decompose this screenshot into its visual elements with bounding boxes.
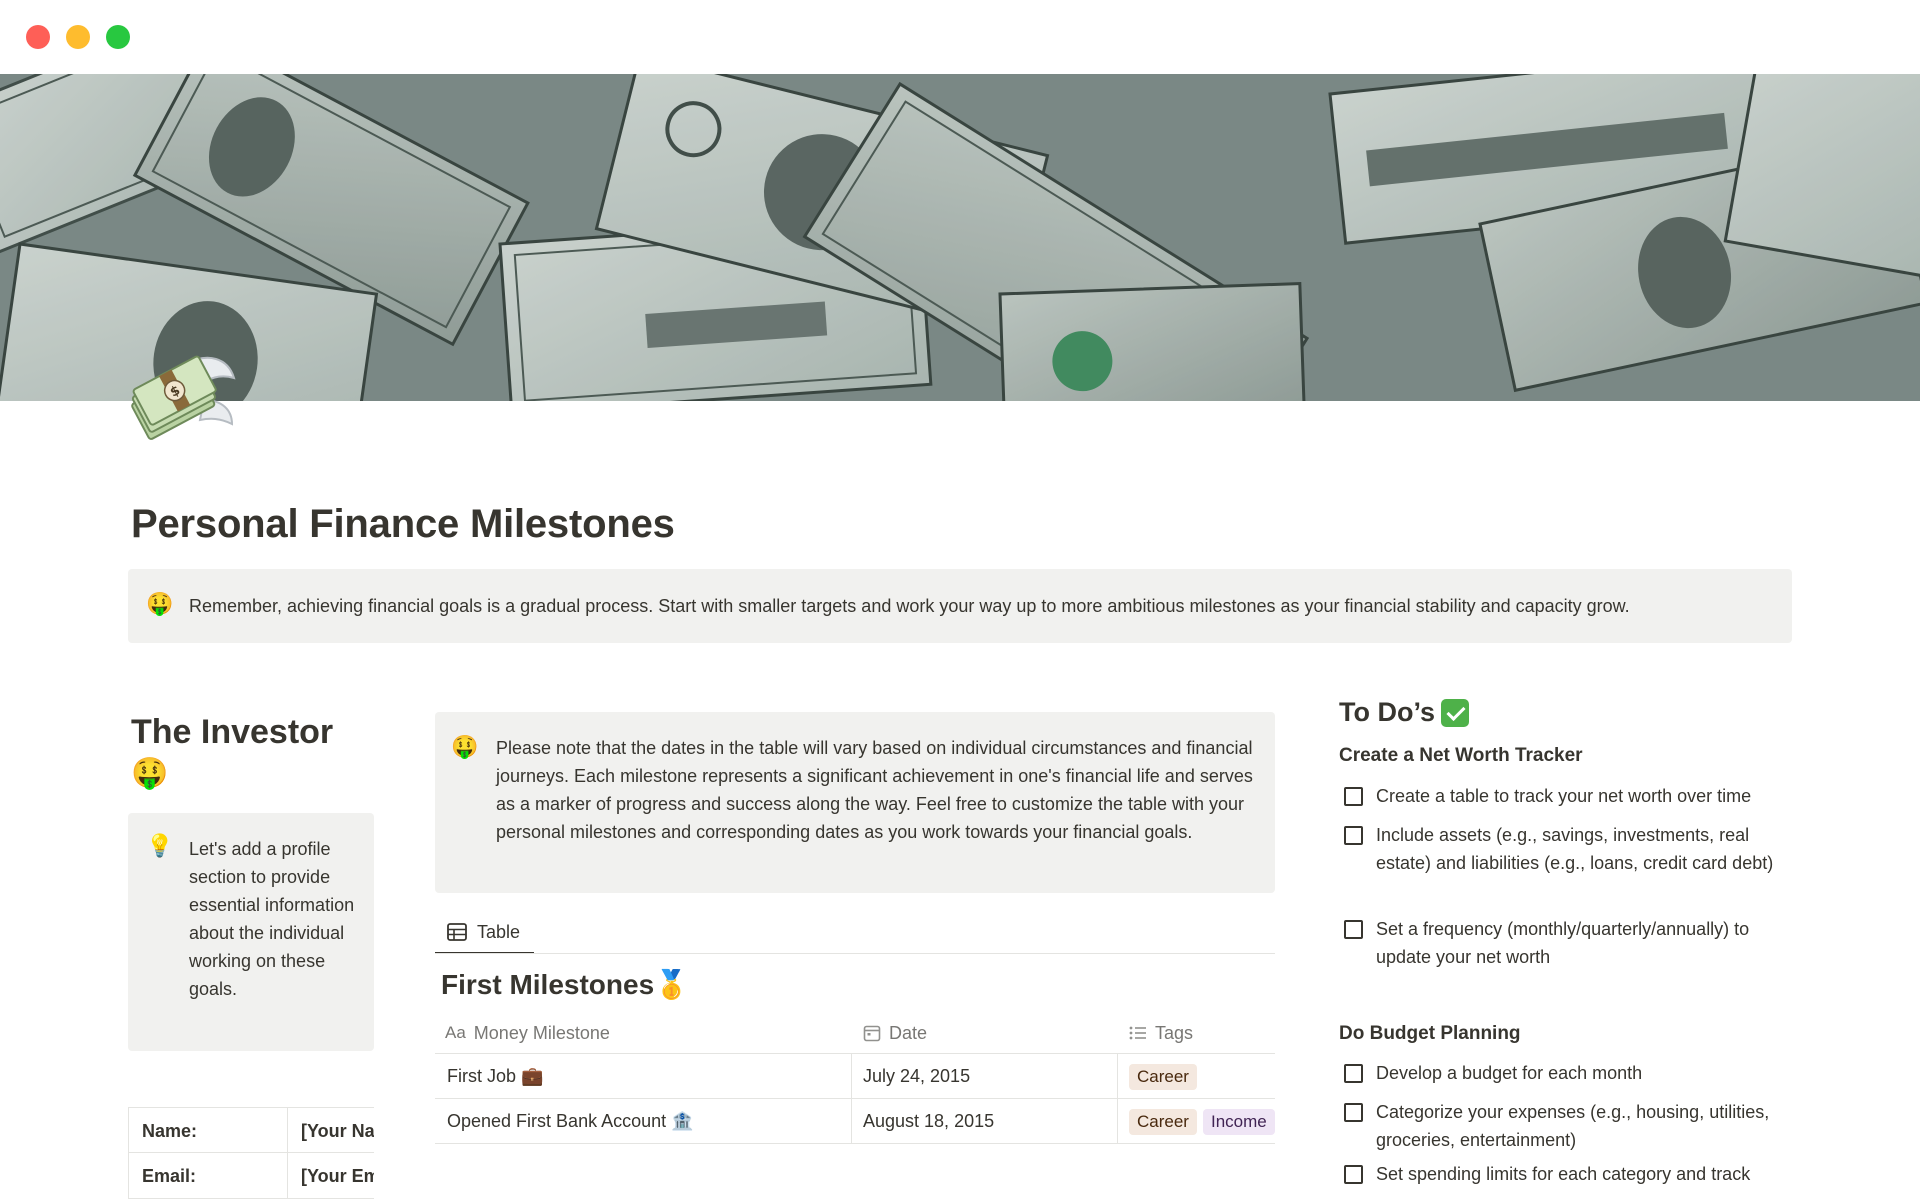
profile-table: Name: [Your Name] Email: [Your Email] bbox=[128, 1107, 374, 1199]
tab-table-view[interactable]: Table bbox=[435, 912, 534, 954]
money-mouth-face-icon: 🤑 bbox=[146, 591, 174, 616]
todo-text[interactable]: Include assets (e.g., savings, investmen… bbox=[1376, 821, 1794, 877]
table-row[interactable]: Opened First Bank Account 🏦 August 18, 2… bbox=[435, 1099, 1275, 1144]
column-label: Tags bbox=[1155, 1022, 1194, 1043]
section-net-worth-tracker[interactable]: Create a Net Worth Tracker bbox=[1339, 745, 1583, 767]
money-mouth-face-icon: 🤑 bbox=[451, 734, 479, 759]
cell-tags[interactable]: Career bbox=[1129, 1054, 1275, 1099]
minimize-window-button[interactable] bbox=[66, 25, 90, 49]
column-header-date[interactable]: Date bbox=[863, 1012, 927, 1054]
dates-note-text[interactable]: Please note that the dates in the table … bbox=[496, 734, 1256, 846]
column-header-tags[interactable]: Tags bbox=[1129, 1012, 1193, 1054]
zoom-window-button[interactable] bbox=[106, 25, 130, 49]
todo-checkbox[interactable] bbox=[1344, 1064, 1363, 1083]
todo-checkbox[interactable] bbox=[1344, 826, 1363, 845]
dollar-bills-illustration bbox=[0, 74, 1920, 401]
todo-text[interactable]: Categorize your expenses (e.g., housing,… bbox=[1376, 1098, 1794, 1154]
text-property-icon: Aa bbox=[445, 1023, 466, 1042]
database-title-text: First Milestones bbox=[441, 969, 655, 1000]
page-cover-image[interactable] bbox=[0, 74, 1920, 401]
cell-tags[interactable]: Career Income bbox=[1129, 1099, 1275, 1144]
profile-callout[interactable]: 💡 Let's add a profile section to provide… bbox=[128, 813, 374, 1051]
todo-item[interactable]: Categorize your expenses (e.g., housing,… bbox=[1344, 1098, 1794, 1154]
first-place-medal-icon: 🥇 bbox=[654, 969, 690, 1000]
table-row[interactable]: First Job 💼 July 24, 2015 Career bbox=[435, 1054, 1275, 1099]
close-window-button[interactable] bbox=[26, 25, 50, 49]
money-mouth-face-icon: 🤑 bbox=[131, 757, 169, 790]
column-label: Money Milestone bbox=[473, 1022, 610, 1043]
column-divider bbox=[1117, 1054, 1118, 1099]
cell-money-milestone[interactable]: Opened First Bank Account 🏦 bbox=[447, 1099, 852, 1144]
cell-date[interactable]: July 24, 2015 bbox=[863, 1054, 1113, 1099]
column-label: Date bbox=[889, 1022, 928, 1043]
profile-value-name[interactable]: [Your Name] bbox=[288, 1108, 374, 1152]
todo-item[interactable]: Develop a budget for each month bbox=[1344, 1059, 1794, 1087]
profile-row-email: Email: [Your Email] bbox=[128, 1153, 374, 1199]
tag-income: Income bbox=[1202, 1108, 1275, 1135]
profile-callout-text[interactable]: Let's add a profile section to provide e… bbox=[189, 835, 359, 1003]
todo-checkbox[interactable] bbox=[1344, 1103, 1363, 1122]
column-divider bbox=[1117, 1099, 1118, 1144]
todo-item[interactable]: Set spending limits for each category an… bbox=[1344, 1160, 1794, 1188]
intro-callout-text[interactable]: Remember, achieving financial goals is a… bbox=[189, 594, 1630, 618]
investor-heading[interactable]: The Investor bbox=[131, 709, 333, 755]
todo-text[interactable]: Create a table to track your net worth o… bbox=[1376, 782, 1794, 810]
dates-note-callout[interactable]: 🤑 Please note that the dates in the tabl… bbox=[435, 712, 1275, 893]
table-header: Aa Money Milestone Date Tags bbox=[435, 1012, 1275, 1054]
money-with-wings-icon[interactable]: $ bbox=[128, 344, 238, 444]
cell-date[interactable]: August 18, 2015 bbox=[863, 1099, 1113, 1144]
list-icon bbox=[1129, 1026, 1146, 1040]
profile-value-email[interactable]: [Your Email] bbox=[288, 1153, 374, 1198]
lightbulb-icon: 💡 bbox=[146, 833, 174, 858]
todo-checkbox[interactable] bbox=[1344, 920, 1363, 939]
cell-money-milestone[interactable]: First Job 💼 bbox=[447, 1054, 852, 1099]
todo-item[interactable]: Create a table to track your net worth o… bbox=[1344, 782, 1794, 810]
todo-item[interactable]: Set a frequency (monthly/quarterly/annua… bbox=[1344, 915, 1794, 971]
view-tabs-divider bbox=[435, 953, 1275, 954]
column-divider bbox=[851, 1054, 852, 1099]
todo-checkbox[interactable] bbox=[1344, 1165, 1363, 1184]
table-icon bbox=[447, 923, 467, 941]
todo-item[interactable]: Include assets (e.g., savings, investmen… bbox=[1344, 821, 1794, 877]
tag-career: Career bbox=[1129, 1063, 1197, 1090]
window-titlebar bbox=[0, 0, 1920, 74]
profile-label-email[interactable]: Email: bbox=[128, 1153, 288, 1198]
tab-table-label: Table bbox=[477, 921, 521, 942]
todo-checkbox[interactable] bbox=[1344, 787, 1363, 806]
page-title[interactable]: Personal Finance Milestones bbox=[131, 502, 675, 547]
calendar-icon bbox=[863, 1025, 881, 1042]
todos-heading[interactable]: To Do’s bbox=[1339, 697, 1469, 728]
todo-text[interactable]: Set a frequency (monthly/quarterly/annua… bbox=[1376, 915, 1794, 971]
section-budget-planning[interactable]: Do Budget Planning bbox=[1339, 1023, 1521, 1045]
profile-row-name: Name: [Your Name] bbox=[128, 1107, 374, 1153]
todo-text[interactable]: Develop a budget for each month bbox=[1376, 1059, 1794, 1087]
column-header-money-milestone[interactable]: Aa Money Milestone bbox=[445, 1012, 610, 1054]
column-divider bbox=[851, 1099, 852, 1144]
intro-callout[interactable]: 🤑 Remember, achieving financial goals is… bbox=[128, 569, 1792, 643]
tag-career: Career bbox=[1129, 1108, 1197, 1135]
database-title[interactable]: First Milestones🥇 bbox=[441, 968, 689, 1001]
check-mark-button-icon bbox=[1441, 698, 1469, 727]
todo-text[interactable]: Set spending limits for each category an… bbox=[1376, 1160, 1794, 1188]
todos-heading-text: To Do’s bbox=[1339, 697, 1435, 727]
profile-label-name[interactable]: Name: bbox=[128, 1108, 288, 1152]
